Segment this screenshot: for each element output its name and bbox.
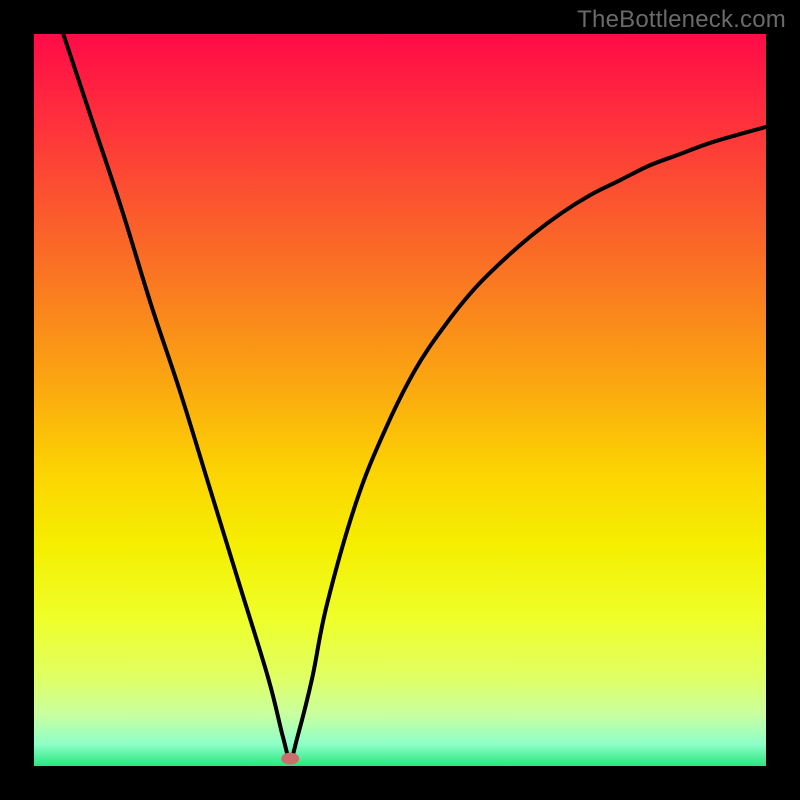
watermark-text: TheBottleneck.com — [577, 6, 786, 34]
optimum-marker — [281, 753, 299, 765]
plot-area — [34, 34, 766, 766]
bottleneck-chart — [34, 34, 766, 766]
frame: TheBottleneck.com — [0, 0, 800, 800]
